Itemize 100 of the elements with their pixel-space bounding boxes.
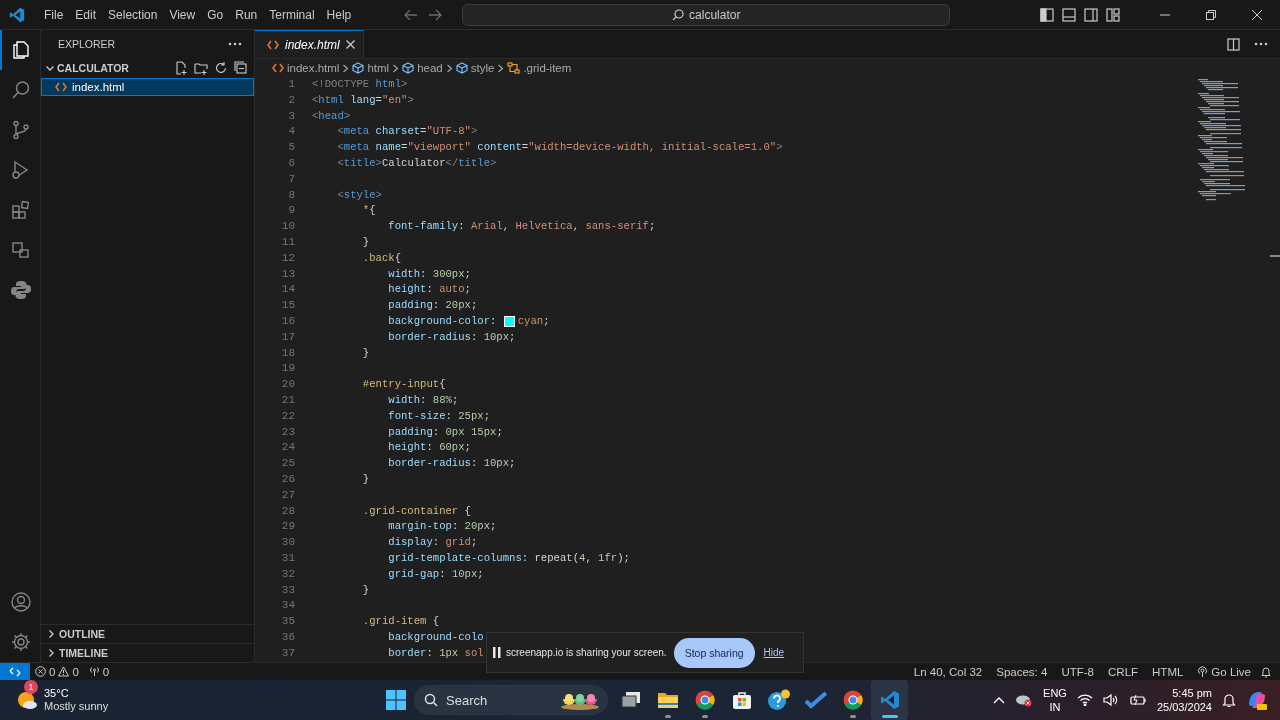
line-number: 11 — [280, 234, 295, 250]
assistant-logo-icon[interactable] — [1246, 689, 1268, 711]
line-number: 19 — [280, 361, 295, 377]
code-line: width: 300px; — [387, 266, 471, 282]
chevron-up-icon[interactable] — [993, 696, 1006, 704]
battery-icon[interactable] — [1128, 694, 1147, 706]
code-line: <!DOCTYPE html> — [312, 77, 408, 92]
pause-icon[interactable] — [493, 647, 501, 658]
ports-status[interactable]: 0 — [83, 665, 115, 678]
menu-item[interactable]: Go — [201, 4, 230, 25]
maximize-icon[interactable] — [1206, 9, 1216, 20]
code-line: *{ — [361, 203, 376, 219]
go-live-button[interactable]: Go Live — [1192, 665, 1256, 678]
store-bag-icon[interactable] — [731, 690, 752, 710]
code-brackets-icon — [55, 82, 67, 92]
breadcrumb-item[interactable]: html — [352, 62, 390, 74]
line-number: 14 — [280, 282, 295, 298]
checkmark-icon[interactable] — [804, 691, 827, 709]
line-number: 2 — [287, 92, 295, 108]
section-header[interactable]: OUTLINE — [59, 628, 106, 640]
bell-icon[interactable] — [1222, 692, 1236, 708]
secondary-sidebar-icon[interactable] — [1084, 7, 1098, 22]
sidebar-title: EXPLORER — [58, 38, 116, 50]
status-item[interactable]: UTF-8 — [1056, 665, 1099, 678]
remote-button[interactable] — [0, 662, 30, 681]
forward-arrow-icon[interactable] — [428, 8, 443, 21]
code-line: <meta charset="UTF-8"> — [336, 124, 478, 140]
question-icon[interactable] — [766, 689, 791, 711]
breadcrumb-item[interactable]: head — [402, 62, 443, 74]
more-icon[interactable] — [228, 42, 242, 46]
code-line: .back{ — [361, 250, 401, 266]
more-icon[interactable] — [1254, 42, 1268, 46]
folder-icon[interactable] — [656, 691, 679, 709]
search-icon — [10, 79, 32, 101]
window-stack-icon[interactable] — [620, 691, 641, 709]
app-logo-icon[interactable] — [9, 6, 25, 23]
breadcrumb-item[interactable]: index.html — [272, 62, 340, 74]
folder-name[interactable]: CALCULATOR — [57, 62, 129, 74]
problems-status[interactable]: 0 0 — [30, 665, 84, 678]
menu-item[interactable]: Help — [320, 4, 358, 25]
line-number: 29 — [280, 519, 295, 535]
remote-icon — [9, 665, 21, 678]
hide-link[interactable]: Hide — [763, 647, 785, 658]
menu-item[interactable]: Terminal — [263, 4, 321, 25]
menu-item[interactable]: Edit — [69, 4, 103, 25]
line-number: 4 — [287, 124, 295, 140]
menu-item[interactable]: View — [163, 4, 202, 25]
share-message: screenapp.io is sharing your screen. — [506, 647, 667, 658]
breadcrumb-item[interactable]: .grid-item — [507, 62, 572, 74]
sidebar-toggle-icon[interactable] — [1040, 7, 1054, 22]
editor-tab[interactable]: index.html — [255, 30, 364, 58]
menu-item[interactable]: Run — [229, 4, 264, 25]
bell-icon[interactable] — [1260, 665, 1272, 678]
windows-start-icon[interactable] — [386, 690, 406, 710]
status-item[interactable]: Spaces: 4 — [991, 665, 1053, 678]
section-header[interactable]: TIMELINE — [59, 647, 108, 659]
code-line: } — [361, 471, 370, 487]
volume-icon[interactable] — [1102, 694, 1119, 706]
menu-item[interactable]: Selection — [102, 4, 164, 25]
browser-icon[interactable] — [842, 690, 863, 710]
back-arrow-icon[interactable] — [404, 8, 419, 21]
wifi-icon[interactable] — [1076, 694, 1093, 706]
taskbar-search-field[interactable]: Search — [414, 685, 608, 715]
refresh-icon[interactable] — [214, 61, 228, 75]
status-item[interactable]: Ln 40, Col 32 — [908, 665, 988, 678]
new-file-icon[interactable] — [174, 61, 188, 75]
collapse-icon[interactable] — [234, 61, 248, 75]
color-swatch[interactable] — [503, 316, 515, 328]
clock[interactable]: 5:45 pm 25/03/2024 — [1156, 686, 1212, 714]
line-number: 35 — [280, 614, 295, 630]
code-line: grid-template-columns: repeat(4, 1fr); — [387, 550, 630, 566]
command-center-field[interactable]: calculator — [462, 3, 951, 26]
settings-icon[interactable] — [10, 631, 32, 653]
menu-item[interactable]: File — [38, 4, 70, 25]
code-brackets-icon — [267, 39, 279, 50]
search-icon — [672, 8, 685, 21]
close-icon[interactable] — [1252, 9, 1262, 20]
code-editor-icon[interactable] — [879, 690, 900, 710]
status-item[interactable]: CRLF — [1103, 665, 1144, 678]
account-icon[interactable] — [10, 591, 32, 613]
breadcrumb-item[interactable]: style — [455, 62, 495, 74]
code-line: <html lang="en"> — [312, 92, 414, 108]
new-folder-icon[interactable] — [194, 61, 208, 75]
status-item[interactable]: HTML — [1147, 665, 1189, 678]
code-text: cyan; — [517, 313, 550, 329]
cloud-error-icon[interactable] — [1015, 693, 1034, 707]
line-number: 15 — [280, 298, 295, 314]
code-line: border-radius: 10px; — [387, 456, 516, 472]
explorer-entry[interactable]: index.html — [41, 78, 254, 96]
language-indicator[interactable]: ENG IN — [1043, 686, 1067, 714]
branch-icon — [10, 119, 32, 141]
browser-icon[interactable] — [694, 690, 715, 710]
stop-sharing-button[interactable]: Stop sharing — [673, 637, 755, 668]
layout-icon[interactable] — [1106, 7, 1120, 22]
panel-toggle-icon[interactable] — [1062, 7, 1076, 22]
close-icon[interactable] — [345, 40, 355, 49]
sun-cloud-icon — [16, 689, 38, 711]
split-editor-icon[interactable] — [1227, 37, 1240, 51]
code-line: height: 60px; — [387, 440, 471, 456]
line-number: 12 — [280, 250, 295, 266]
